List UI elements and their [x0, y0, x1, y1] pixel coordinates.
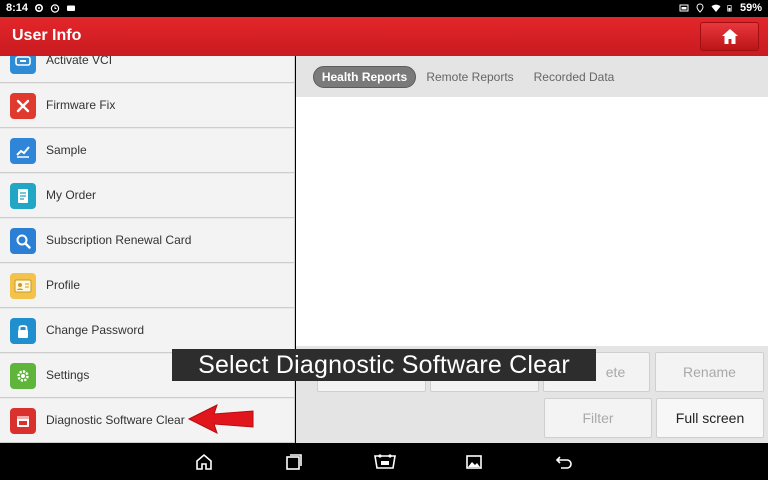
sidebar-item-label: Firmware Fix — [46, 98, 116, 112]
tab-health-reports[interactable]: Health Reports — [313, 66, 416, 88]
cast-icon — [679, 4, 689, 12]
sidebar-item-my-order[interactable]: My Order — [0, 174, 294, 218]
lock-icon — [10, 318, 36, 344]
battery-icon — [727, 5, 732, 12]
sidebar-item-label: Change Password — [46, 323, 145, 337]
status-bar: 8:14 59% — [0, 0, 768, 17]
tab-recorded-data[interactable]: Recorded Data — [528, 66, 620, 88]
sidebar-item-activate-vci[interactable]: Activate VCI — [0, 56, 294, 83]
title-bar: User Info — [0, 17, 768, 56]
search-card-icon — [10, 228, 36, 254]
settings-gear-icon — [35, 3, 44, 13]
instruction-caption: Select Diagnostic Software Clear — [172, 349, 596, 381]
back-icon[interactable] — [553, 452, 575, 472]
sidebar-menu[interactable]: Activate VCI Firmware Fix Sample My Orde… — [0, 56, 295, 443]
pointer-arrow-icon — [187, 404, 254, 434]
sidebar-item-label: My Order — [46, 188, 97, 202]
recent-apps-icon[interactable] — [283, 452, 305, 472]
sidebar-item-label: Activate VCI — [46, 56, 113, 67]
delete-button-label: ete — [605, 364, 626, 380]
full-screen-button[interactable]: Full screen — [656, 398, 764, 438]
tab-remote-reports[interactable]: Remote Reports — [422, 66, 518, 88]
sidebar-item-firmware-fix[interactable]: Firmware Fix — [0, 84, 294, 128]
sidebar-item-label: Settings — [46, 368, 90, 382]
order-icon — [10, 183, 36, 209]
home-button[interactable] — [700, 22, 759, 51]
image-icon[interactable] — [463, 452, 485, 472]
video-icon — [67, 5, 76, 11]
report-tabs: Health Reports Remote Reports Recorded D… — [296, 56, 768, 97]
sidebar-item-label: Sample — [46, 143, 87, 157]
sidebar-item-label: Profile — [46, 278, 81, 292]
battery-level: 59% — [739, 2, 762, 14]
sidebar-item-label: Subscription Renewal Card — [46, 233, 192, 247]
sidebar-item-subscription-renewal-card[interactable]: Subscription Renewal Card — [0, 219, 294, 263]
rename-button[interactable]: Rename — [655, 352, 764, 392]
home-icon[interactable] — [193, 452, 215, 472]
report-list[interactable] — [296, 97, 768, 346]
vci-icon[interactable] — [372, 452, 398, 472]
filter-button[interactable]: Filter — [544, 398, 652, 438]
profile-card-icon — [10, 273, 36, 299]
wifi-icon — [711, 4, 721, 12]
reports-panel: Health Reports Remote Reports Recorded D… — [296, 56, 768, 443]
tools-icon — [10, 93, 36, 119]
chart-icon — [10, 138, 36, 164]
sidebar-item-sample[interactable]: Sample — [0, 129, 294, 173]
sidebar-item-profile[interactable]: Profile — [0, 264, 294, 308]
software-clear-icon — [10, 408, 36, 434]
alarm-icon — [50, 4, 60, 13]
clock: 8:14 — [6, 2, 29, 14]
page-title: User Info — [12, 27, 82, 44]
vci-icon — [10, 56, 36, 74]
system-nav-bar — [0, 443, 768, 480]
location-icon — [696, 3, 704, 13]
sidebar-item-change-password[interactable]: Change Password — [0, 309, 294, 353]
home-icon — [721, 29, 738, 44]
sidebar-item-label: Diagnostic Software Clear — [46, 413, 185, 427]
gear-icon — [10, 363, 36, 389]
